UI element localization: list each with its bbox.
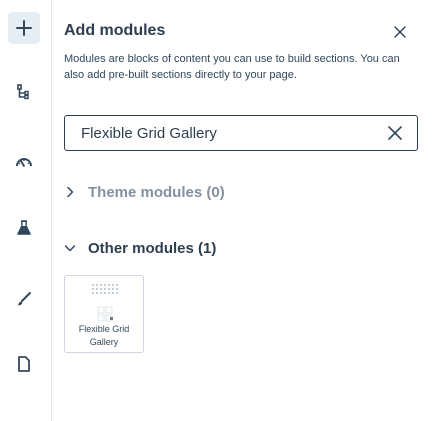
theme-modules-label: Theme modules (0) (88, 183, 225, 201)
panel-description: Modules are blocks of content you can us… (64, 53, 400, 81)
other-modules-label: Other modules (1) (88, 239, 217, 257)
clear-search-button[interactable] (387, 125, 403, 141)
add-button[interactable] (8, 12, 40, 44)
flask-icon (17, 220, 31, 235)
chevron-down-icon (64, 242, 76, 254)
structure-button[interactable] (8, 76, 40, 108)
add-modules-panel: Add modules Modules are blocks of conten… (52, 0, 433, 421)
left-rail (0, 0, 52, 421)
page-icon (18, 356, 30, 372)
module-card-label: Flexible Grid Gallery (78, 324, 130, 347)
chevron-right-icon (64, 186, 76, 198)
brush-icon (18, 292, 31, 306)
grid-thumbnail-icon (92, 284, 118, 294)
other-modules-toggle[interactable]: Other modules (1) (64, 237, 216, 259)
test-button[interactable] (8, 212, 40, 244)
panel-title: Add modules (64, 22, 166, 39)
optimize-button[interactable] (8, 146, 40, 178)
plus-icon (16, 20, 32, 36)
theme-modules-toggle[interactable]: Theme modules (0) (64, 181, 225, 203)
page-settings-button[interactable] (8, 348, 40, 380)
module-gallery-icon (97, 306, 113, 322)
speedometer-icon (16, 158, 32, 167)
module-search-box (64, 115, 418, 151)
app: Add modules Modules are blocks of conten… (0, 0, 433, 421)
close-button[interactable] (392, 24, 408, 40)
close-icon (394, 26, 406, 38)
module-card-flexible-grid-gallery[interactable]: Flexible Grid Gallery (64, 275, 144, 353)
module-search-input[interactable] (65, 116, 365, 150)
close-icon (388, 126, 402, 140)
design-button[interactable] (8, 283, 40, 315)
tree-structure-icon (17, 84, 29, 100)
